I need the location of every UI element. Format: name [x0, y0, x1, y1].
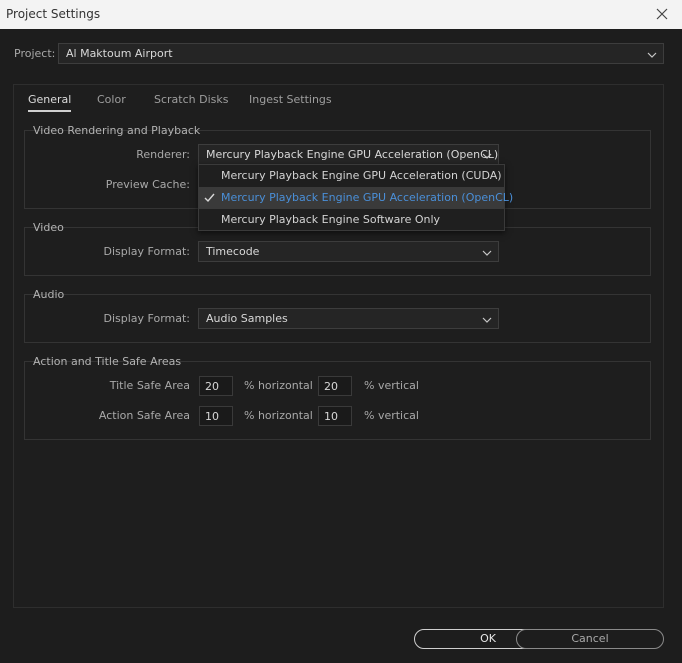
- title-bar: Project Settings: [0, 0, 682, 29]
- video-title: Video: [33, 221, 64, 234]
- audio-display-format-dropdown[interactable]: Audio Samples: [198, 308, 499, 329]
- renderer-option-label: Mercury Playback Engine GPU Acceleration…: [221, 191, 514, 204]
- settings-panel: General Color Scratch Disks Ingest Setti…: [13, 84, 664, 608]
- renderer-menu: Mercury Playback Engine GPU Acceleration…: [198, 164, 513, 231]
- renderer-option-software[interactable]: Mercury Playback Engine Software Only: [199, 209, 504, 231]
- preview-cache-label: Preview Cache:: [105, 178, 190, 191]
- chevron-down-icon: [482, 150, 492, 159]
- title-safe-horizontal-value: 20: [205, 380, 219, 393]
- project-label: Project:: [14, 47, 56, 60]
- action-safe-horizontal-value: 10: [205, 410, 219, 423]
- title-safe-label: Title Safe Area: [109, 379, 190, 392]
- action-safe-label: Action Safe Area: [98, 409, 190, 422]
- cancel-button[interactable]: Cancel: [516, 629, 664, 649]
- tab-ingest-settings[interactable]: Ingest Settings: [249, 93, 332, 106]
- title-safe-vertical-value: 20: [324, 380, 338, 393]
- audio-display-format-label: Display Format:: [103, 312, 190, 325]
- action-safe-vertical-unit: % vertical: [364, 409, 419, 422]
- project-row: Project: Al Maktoum Airport: [14, 43, 664, 65]
- action-safe-vertical-input[interactable]: 10: [318, 406, 352, 426]
- renderer-option-cuda[interactable]: Mercury Playback Engine GPU Acceleration…: [199, 165, 504, 187]
- video-display-format-dropdown[interactable]: Timecode: [198, 241, 499, 262]
- renderer-option-label: Mercury Playback Engine GPU Acceleration…: [221, 169, 502, 182]
- tab-scratch-disks[interactable]: Scratch Disks: [154, 93, 228, 106]
- renderer-option-label: Mercury Playback Engine Software Only: [221, 213, 441, 226]
- safe-areas-group: [24, 361, 651, 440]
- chevron-down-icon: [482, 247, 492, 256]
- renderer-label: Renderer:: [136, 148, 190, 161]
- audio-display-format-value: Audio Samples: [206, 312, 288, 325]
- renderer-option-opencl[interactable]: Mercury Playback Engine GPU Acceleration…: [199, 187, 513, 209]
- title-safe-vertical-unit: % vertical: [364, 379, 419, 392]
- renderer-value: Mercury Playback Engine GPU Acceleration…: [206, 148, 499, 161]
- chevron-down-icon: [482, 314, 492, 323]
- safe-areas-title: Action and Title Safe Areas: [33, 355, 182, 368]
- project-select[interactable]: Al Maktoum Airport: [58, 43, 664, 64]
- renderer-dropdown[interactable]: Mercury Playback Engine GPU Acceleration…: [198, 144, 499, 165]
- title-safe-horizontal-unit: % horizontal: [244, 379, 313, 392]
- action-safe-vertical-value: 10: [324, 410, 338, 423]
- title-safe-vertical-input[interactable]: 20: [318, 376, 352, 396]
- window-title: Project Settings: [6, 7, 101, 21]
- audio-title: Audio: [33, 288, 65, 301]
- video-display-format-value: Timecode: [206, 245, 260, 258]
- title-safe-horizontal-input[interactable]: 20: [199, 376, 233, 396]
- project-value: Al Maktoum Airport: [66, 47, 173, 60]
- tab-color[interactable]: Color: [97, 93, 126, 106]
- video-display-format-label: Display Format:: [103, 245, 190, 258]
- action-safe-horizontal-unit: % horizontal: [244, 409, 313, 422]
- tab-general[interactable]: General: [28, 93, 72, 112]
- close-icon[interactable]: [652, 4, 672, 24]
- video-rendering-title: Video Rendering and Playback: [33, 124, 201, 137]
- chevron-down-icon: [647, 49, 657, 58]
- action-safe-horizontal-input[interactable]: 10: [199, 406, 233, 426]
- checkmark-icon: [204, 193, 215, 203]
